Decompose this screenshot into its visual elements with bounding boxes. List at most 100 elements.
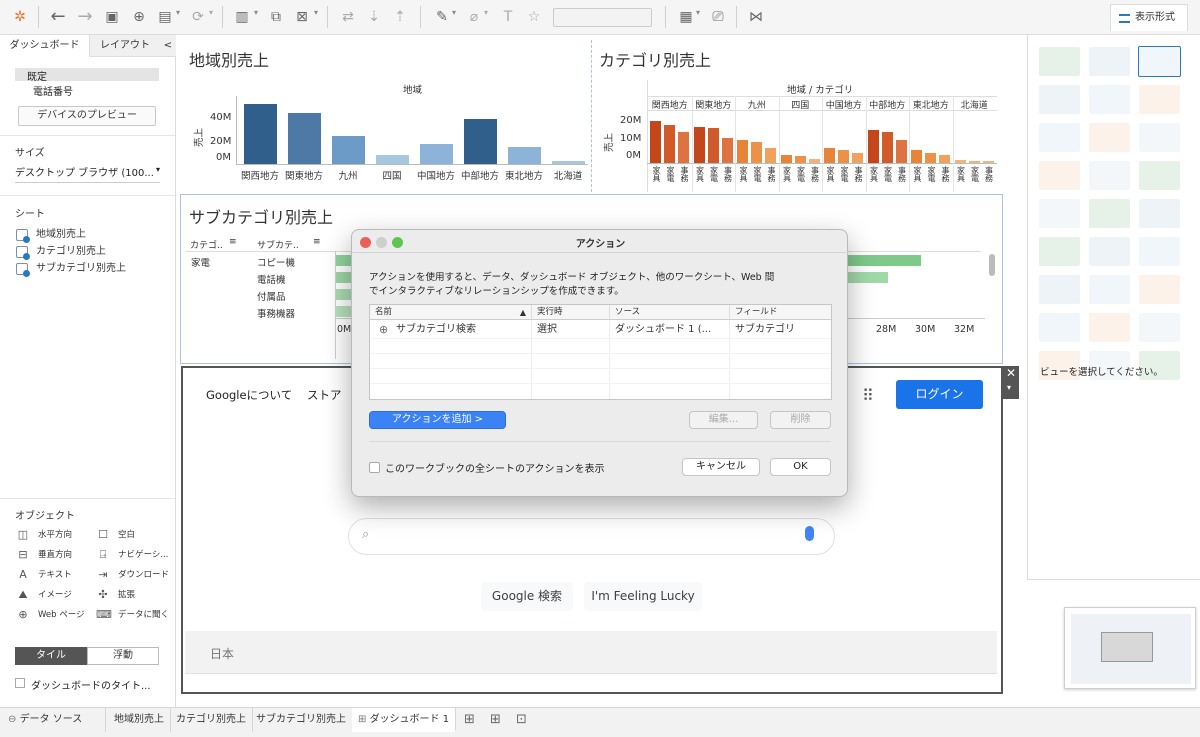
column-header-run-on[interactable]: 実行時: [532, 305, 610, 320]
tab-layout[interactable]: レイアウト: [90, 35, 160, 57]
tab-sheet[interactable]: 地域別売上: [108, 708, 171, 732]
cancel-button[interactable]: キャンセル: [682, 458, 760, 476]
sheet-item[interactable]: カテゴリ別売上: [16, 245, 106, 260]
chart-type-option: [1089, 275, 1130, 304]
object-download[interactable]: ⇥ ダウンロード: [96, 568, 169, 582]
show-title-checkbox[interactable]: [15, 678, 25, 688]
category-tick-label: 事務: [680, 166, 689, 182]
chart-type-option: [1089, 123, 1130, 152]
fit-select[interactable]: [553, 8, 652, 27]
tab-sheet[interactable]: サブカテゴリ別売上: [250, 708, 353, 732]
store-link[interactable]: ストア: [307, 387, 342, 403]
new-story-icon[interactable]: ⊡: [510, 708, 533, 732]
sheet-item[interactable]: 地域別売上: [16, 228, 86, 243]
object-image[interactable]: ⛰ イメージ: [16, 588, 71, 602]
column-header-field[interactable]: フィールド: [730, 305, 831, 320]
microphone-icon[interactable]: [805, 526, 814, 541]
sheet-item[interactable]: サブカテゴリ別売上: [16, 262, 126, 277]
label-icon[interactable]: T: [498, 7, 518, 27]
tab-dashboard-active[interactable]: ⊞ ダッシュボード 1: [352, 708, 457, 732]
object-extension[interactable]: ✣ 拡張: [96, 588, 135, 602]
category-tick-label: 事務: [984, 166, 994, 182]
device-default[interactable]: 既定: [27, 68, 47, 83]
close-icon[interactable]: ✕: [1006, 366, 1016, 380]
tiled-toggle[interactable]: タイル: [15, 647, 87, 665]
google-search-button[interactable]: Google 検索: [481, 582, 573, 611]
sort-asc-icon[interactable]: ⇣: [364, 7, 384, 27]
forward-icon[interactable]: →: [75, 7, 95, 27]
tab-sheet[interactable]: カテゴリ別売上: [170, 708, 253, 732]
share-icon[interactable]: ⋈: [746, 7, 766, 27]
feeling-lucky-button[interactable]: I'm Feeling Lucky: [584, 582, 702, 611]
new-sheet-icon[interactable]: ⊞: [458, 708, 481, 732]
minimap-thumbnail[interactable]: [1064, 607, 1196, 689]
column-header-source[interactable]: ソース: [610, 305, 730, 320]
subcategory-row-label: コピー機: [257, 258, 296, 269]
pause-update-icon[interactable]: ▤: [155, 7, 175, 27]
collapse-panel-button[interactable]: <: [160, 35, 176, 57]
refresh-icon[interactable]: ⟳: [188, 7, 208, 27]
group-label: 北海道: [960, 101, 988, 111]
bar: [881, 132, 893, 163]
about-google-link[interactable]: Googleについて: [206, 387, 292, 403]
tab-showme[interactable]: 表示形式: [1110, 4, 1188, 31]
globe-icon: ⊕: [379, 323, 389, 336]
chart-type-option: [1139, 237, 1180, 266]
object-blank[interactable]: ☐ 空白: [96, 528, 135, 542]
tab-dashboard[interactable]: ダッシュボード: [0, 35, 90, 57]
duplicate-icon[interactable]: ⧉: [266, 7, 286, 27]
group-label: 中国地方: [825, 101, 862, 111]
new-dashboard-icon[interactable]: ⊞: [484, 708, 507, 732]
add-action-button[interactable]: アクションを追加 >: [369, 411, 506, 429]
object-text[interactable]: A テキスト: [16, 568, 72, 582]
new-sheet-icon[interactable]: ▥: [232, 7, 252, 27]
delete-button[interactable]: 削除: [770, 411, 831, 429]
group-icon[interactable]: ⌀: [464, 7, 484, 27]
edit-button[interactable]: 編集...: [689, 411, 758, 429]
category-tick-label: 家電: [666, 166, 675, 182]
category-chart-title: カテゴリ別売上: [599, 51, 712, 70]
column-header-name[interactable]: 名前 ▲: [370, 305, 532, 320]
sort-icon[interactable]: ≡: [229, 237, 237, 247]
object-vertical[interactable]: ⊟ 垂直方向: [16, 548, 72, 562]
chart-type-option: [1039, 47, 1080, 76]
category-tick-label: 家具: [913, 166, 922, 182]
clear-sheet-icon[interactable]: ⊠: [292, 7, 312, 27]
save-icon[interactable]: ▣: [102, 7, 122, 27]
object-webpage[interactable]: ⊕ Web ページ: [16, 608, 84, 622]
group-label: 中部地方: [869, 101, 906, 111]
sort-desc-icon[interactable]: ⇡: [390, 7, 410, 27]
scrollbar[interactable]: [989, 254, 995, 276]
login-button[interactable]: ログイン: [896, 380, 983, 409]
object-ask-data[interactable]: ⌨ データに聞く: [96, 608, 169, 622]
object-horizontal[interactable]: ◫ 水平方向: [16, 528, 72, 542]
new-datasource-icon[interactable]: ⊕: [129, 7, 149, 27]
device-phone[interactable]: 電話番号: [33, 83, 73, 98]
floating-toggle[interactable]: 浮動: [87, 647, 159, 665]
apps-grid-icon[interactable]: ⠿: [862, 386, 874, 405]
search-input[interactable]: [348, 518, 835, 555]
database-icon: ⊖: [8, 714, 20, 725]
show-cards-icon[interactable]: ▦: [676, 7, 696, 27]
pin-icon[interactable]: ☆: [524, 7, 544, 27]
ok-button[interactable]: OK: [770, 458, 831, 476]
bar: [721, 138, 733, 163]
presentation-icon[interactable]: ⎚: [708, 7, 728, 27]
sort-icon[interactable]: ≡: [313, 237, 321, 247]
show-all-actions-checkbox[interactable]: [369, 462, 380, 473]
size-select[interactable]: デスクトップ ブラウザ (100... ▾: [15, 164, 160, 183]
subcategory-xtick: 30M: [915, 324, 936, 335]
tableau-logo-icon[interactable]: ✲: [10, 7, 30, 27]
tab-data-source[interactable]: ⊖ データ ソース: [0, 708, 106, 732]
bar: [336, 289, 352, 300]
chevron-down-icon[interactable]: ▾: [1007, 383, 1011, 392]
object-navigation[interactable]: ⍈ ナビゲーシ...: [96, 548, 169, 562]
text-icon: A: [19, 568, 27, 581]
highlight-icon[interactable]: ✎: [432, 7, 452, 27]
swap-icon[interactable]: ⇄: [338, 7, 358, 27]
device-preview-button[interactable]: デバイスのプレビュー: [18, 106, 156, 126]
dialog-description: アクションを使用すると、データ、ダッシュボード オブジェクト、他のワークシート、…: [369, 272, 775, 283]
back-icon[interactable]: ←: [48, 7, 68, 27]
chart-type-option: [1089, 47, 1130, 76]
action-row[interactable]: ⊕ サブカテゴリ検索 選択 ダッシュボード 1 (... サブカテゴリ: [370, 322, 831, 338]
